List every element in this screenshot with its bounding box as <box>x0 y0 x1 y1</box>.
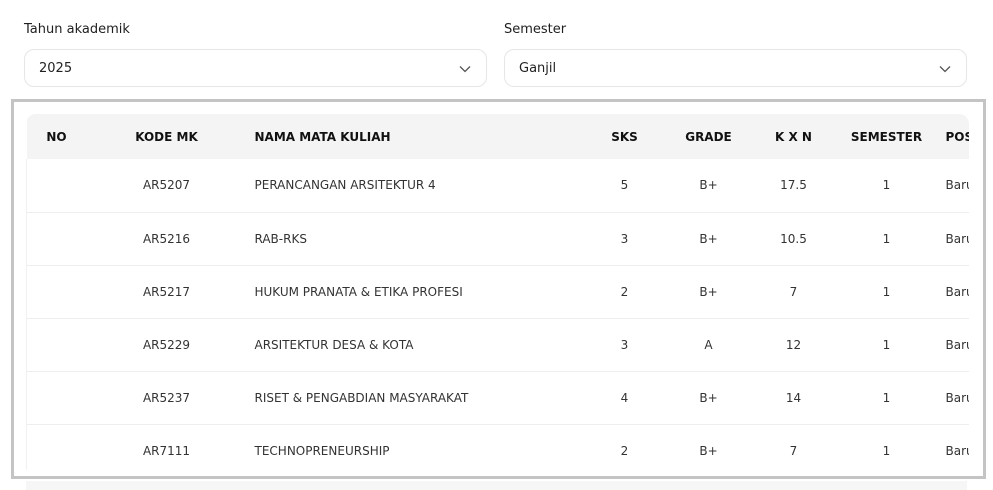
cell-kode-mk: AR5217 <box>142 284 191 299</box>
cell-grade: B+ <box>699 390 718 405</box>
cell-posisi: Baru <box>945 159 969 212</box>
cell-no <box>26 159 87 212</box>
col-header-grade[interactable]: GRADE <box>658 114 760 159</box>
cell-posisi: Baru <box>945 318 969 371</box>
cell-nama-mata-kuliah: TECHNOPRENEURSHIP <box>254 443 390 458</box>
cell-nama-mata-kuliah: PERANCANGAN ARSITEKTUR 4 <box>254 178 436 193</box>
cell-kxn: 10.5 <box>780 231 807 246</box>
cell-nama-mata-kuliah: HUKUM PRANATA & ETIKA PROFESI <box>254 284 463 299</box>
col-header-semester[interactable]: SEMESTER <box>828 114 946 159</box>
cell-kode-mk: AR5229 <box>142 337 191 352</box>
cell-grade: B+ <box>699 178 718 193</box>
table-row[interactable]: AR5229 ARSITEKTUR DESA & KOTA 3 A 12 1 Baru <box>26 318 969 371</box>
cell-kode-mk: AR7111 <box>142 443 191 458</box>
table-row[interactable]: AR5216 RAB-RKS 3 B+ 10.5 1 Baru <box>26 212 969 265</box>
cell-posisi: Baru <box>945 212 969 265</box>
cell-grade: B+ <box>699 284 718 299</box>
grades-table-frame: NO KODE MK NAMA MATA KULIAH SKS GRADE K … <box>11 99 986 479</box>
cell-kode-mk: AR5216 <box>142 231 191 246</box>
academic-year-value: 2025 <box>39 61 73 76</box>
cell-kxn: 14 <box>785 390 802 405</box>
cell-sks: 4 <box>620 390 629 405</box>
cell-no <box>26 265 87 318</box>
cell-semester: 1 <box>882 231 891 246</box>
grades-table-container: NO KODE MK NAMA MATA KULIAH SKS GRADE K … <box>26 114 970 476</box>
col-header-no[interactable]: NO <box>27 114 87 159</box>
semester-label: Semester <box>504 22 567 37</box>
cell-nama-mata-kuliah: ARSITEKTUR DESA & KOTA <box>254 337 414 352</box>
cell-semester: 1 <box>882 178 891 193</box>
cell-kxn: 12 <box>785 337 802 352</box>
table-row[interactable]: AR7111 TECHNOPRENEURSHIP 2 B+ 7 1 Baru <box>26 424 969 476</box>
cell-sks: 3 <box>620 337 629 352</box>
col-header-posisi[interactable]: POSISI <box>946 114 970 159</box>
cell-nama-mata-kuliah: RISET & PENGABDIAN MASYARAKAT <box>254 390 469 405</box>
academic-year-select[interactable]: 2025 <box>24 49 487 87</box>
cell-sks: 2 <box>620 443 629 458</box>
table-scroll-shadow <box>26 481 967 490</box>
cell-no <box>26 424 87 476</box>
academic-year-filter: Tahun akademik 2025 <box>24 20 487 87</box>
table-row[interactable]: AR5237 RISET & PENGABDIAN MASYARAKAT 4 B+ 14… <box>26 371 969 424</box>
cell-grade: B+ <box>699 231 718 246</box>
grades-table: NO KODE MK NAMA MATA KULIAH SKS GRADE K … <box>26 114 970 476</box>
cell-sks: 2 <box>620 284 629 299</box>
cell-posisi: Baru <box>945 424 969 476</box>
col-header-sks[interactable]: SKS <box>592 114 658 159</box>
cell-sks: 5 <box>620 178 629 193</box>
cell-nama-mata-kuliah: RAB-RKS <box>254 231 307 246</box>
cell-semester: 1 <box>882 443 891 458</box>
col-header-kxn[interactable]: K X N <box>760 114 828 159</box>
table-row[interactable]: AR5207 PERANCANGAN ARSITEKTUR 4 5 B+ 17.5 1 Ba… <box>26 159 969 212</box>
cell-grade: A <box>704 337 713 352</box>
col-header-nama-mata-kuliah[interactable]: NAMA MATA KULIAH <box>247 114 592 159</box>
chevron-down-icon <box>459 66 471 73</box>
cell-semester: 1 <box>882 337 891 352</box>
table-header-row: NO KODE MK NAMA MATA KULIAH SKS GRADE K … <box>26 114 970 159</box>
cell-semester: 1 <box>882 390 891 405</box>
cell-no <box>26 212 87 265</box>
chevron-down-icon <box>939 66 951 73</box>
cell-kode-mk: AR5237 <box>142 390 191 405</box>
cell-grade: B+ <box>699 443 718 458</box>
semester-filter: Semester Ganjil <box>504 20 967 87</box>
semester-value: Ganjil <box>519 61 557 76</box>
filters-bar: Tahun akademik 2025 Semester Ganjil <box>24 20 967 90</box>
cell-posisi: Baru <box>945 371 969 424</box>
cell-posisi: Baru <box>945 265 969 318</box>
cell-no <box>26 371 87 424</box>
semester-select[interactable]: Ganjil <box>504 49 967 87</box>
cell-kxn: 7 <box>789 443 798 458</box>
academic-year-label: Tahun akademik <box>24 22 130 37</box>
cell-kode-mk: AR5207 <box>142 178 191 193</box>
cell-kxn: 7 <box>789 284 798 299</box>
col-header-kode-mk[interactable]: KODE MK <box>87 114 247 159</box>
cell-no <box>26 318 87 371</box>
table-row[interactable]: AR5217 HUKUM PRANATA & ETIKA PROFESI 2 B+ 7 1… <box>26 265 969 318</box>
cell-sks: 3 <box>620 231 629 246</box>
cell-semester: 1 <box>882 284 891 299</box>
cell-kxn: 17.5 <box>780 178 807 193</box>
